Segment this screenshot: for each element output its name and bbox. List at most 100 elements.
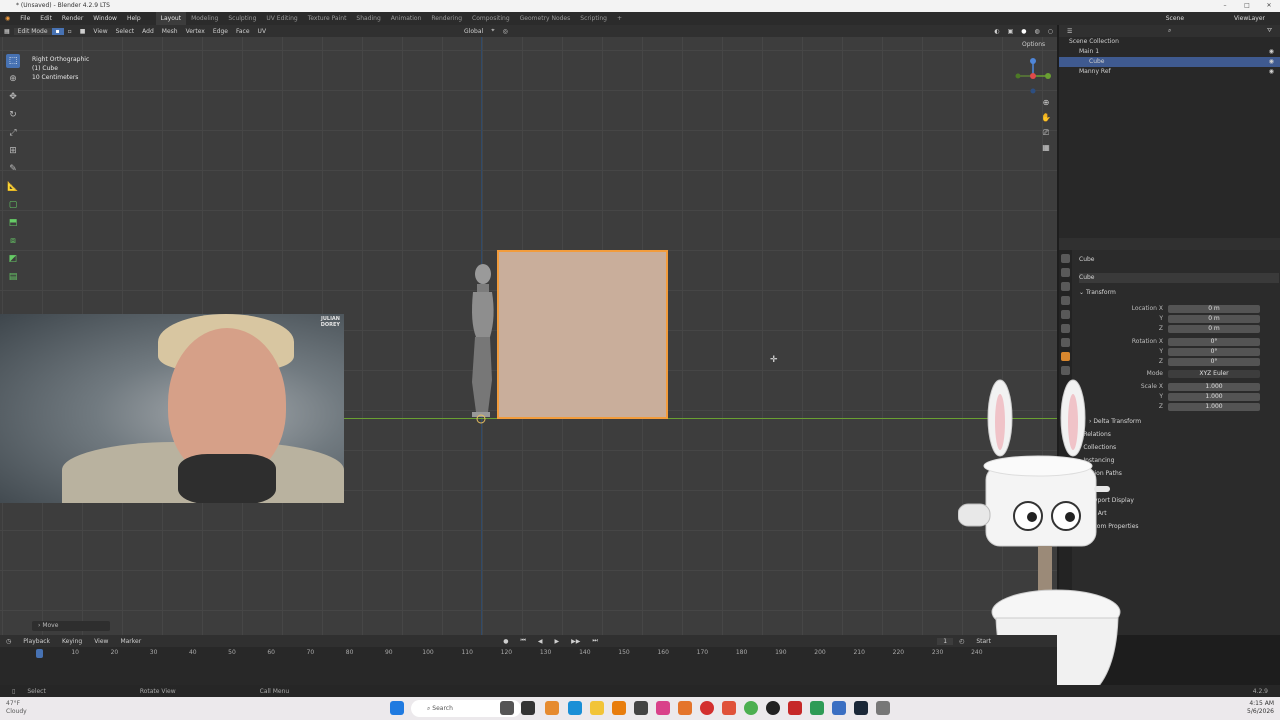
navigation-gizmo[interactable] [1013, 56, 1053, 96]
selected-cube-face[interactable] [497, 250, 668, 419]
snap-icon[interactable]: ⌖ [487, 27, 498, 35]
object-tab-icon[interactable] [1061, 352, 1070, 361]
overlays-icon[interactable]: ◐ [990, 28, 1003, 35]
ortho-toggle-icon[interactable]: ▦ [1041, 143, 1051, 153]
scale-x-field[interactable]: 1.000 [1168, 382, 1260, 391]
file-explorer-icon[interactable] [590, 701, 604, 715]
header-menu-view[interactable]: View [89, 28, 111, 35]
scene-selector[interactable]: Scene [1161, 15, 1189, 22]
tool-tab-icon[interactable] [1061, 254, 1070, 263]
camera-view-icon[interactable]: ⎚ [1041, 128, 1051, 138]
loop-cut-tool-icon[interactable]: ▤ [6, 270, 20, 284]
outliner-row-scene-collection[interactable]: Scene Collection [1059, 37, 1280, 47]
weather-widget[interactable]: 47°F Cloudy [6, 700, 27, 716]
move-tool-icon[interactable]: ✥ [6, 90, 20, 104]
outliner-row-main[interactable]: Main 1 ◉ [1059, 47, 1280, 57]
workspace-tab-sculpting[interactable]: Sculpting [223, 12, 261, 25]
view-layer-tab-icon[interactable] [1061, 296, 1070, 305]
workspace-tab-scripting[interactable]: Scripting [575, 12, 612, 25]
file-manager-icon[interactable] [521, 701, 535, 715]
view-menu[interactable]: View [88, 638, 114, 645]
app-icon-pink[interactable] [656, 701, 670, 715]
shading-material-icon[interactable]: ◍ [1031, 28, 1044, 35]
location-x-field[interactable]: 0 m [1168, 304, 1260, 313]
visibility-eye-icon[interactable]: ◉ [1269, 47, 1274, 57]
location-z-field[interactable]: 0 m [1168, 324, 1260, 333]
app-icon-green[interactable] [810, 701, 824, 715]
outliner-row-cube[interactable]: Cube ◉ [1059, 57, 1280, 67]
world-tab-icon[interactable] [1061, 324, 1070, 333]
menu-help[interactable]: Help [122, 15, 146, 22]
rotation-mode-select[interactable]: XYZ Euler [1168, 369, 1260, 378]
object-name-field[interactable]: Cube [1079, 255, 1279, 265]
next-keyframe-icon[interactable]: ▶▶ [565, 638, 586, 645]
view-layer-selector[interactable]: ViewLayer [1229, 15, 1270, 22]
app-icon-orange[interactable] [678, 701, 692, 715]
header-menu-uv[interactable]: UV [254, 28, 271, 35]
visibility-eye-icon[interactable]: ◉ [1269, 57, 1274, 67]
select-mode-edge-icon[interactable]: ▫ [64, 28, 76, 35]
current-frame-field[interactable]: 1 [937, 637, 954, 645]
play-icon[interactable]: ▶ [548, 638, 565, 645]
transform-orientation-selector[interactable]: Global [460, 28, 487, 35]
shading-rendered-icon[interactable]: ○ [1044, 28, 1057, 35]
workspace-tab-uv-editing[interactable]: UV Editing [261, 12, 302, 25]
task-view-icon[interactable] [500, 701, 514, 715]
editor-type-icon[interactable]: ▦ [0, 28, 14, 35]
minimize-button[interactable]: – [1214, 0, 1236, 12]
header-menu-edge[interactable]: Edge [209, 28, 232, 35]
pan-hand-icon[interactable]: ✋ [1041, 113, 1051, 123]
workspace-tab-texture-paint[interactable]: Texture Paint [303, 12, 352, 25]
proportional-edit-icon[interactable]: ◎ [499, 28, 512, 35]
extrude-tool-icon[interactable]: ⬒ [6, 216, 20, 230]
menu-render[interactable]: Render [57, 15, 88, 22]
inset-tool-icon[interactable]: ⧈ [6, 234, 20, 248]
menu-window[interactable]: Window [88, 15, 122, 22]
last-operation-panel[interactable]: › Move [32, 621, 110, 631]
output-tab-icon[interactable] [1061, 282, 1070, 291]
select-mode-face-icon[interactable]: ■ [76, 28, 90, 35]
rotate-tool-icon[interactable]: ↻ [6, 108, 20, 122]
timer-icon[interactable]: ◴ [953, 638, 970, 645]
transform-section-header[interactable]: ⌄ Transform [1079, 288, 1279, 298]
mannequin-reference[interactable] [466, 262, 500, 424]
workspace-tab-geometry-nodes[interactable]: Geometry Nodes [515, 12, 576, 25]
menu-edit[interactable]: Edit [35, 15, 57, 22]
steam-icon[interactable] [854, 701, 868, 715]
rotation-z-field[interactable]: 0° [1168, 357, 1260, 366]
rotation-x-field[interactable]: 0° [1168, 337, 1260, 346]
search-app-icon[interactable] [634, 701, 648, 715]
menu-file[interactable]: File [15, 15, 35, 22]
zoom-icon[interactable]: ⊕ [1041, 98, 1051, 108]
annotate-tool-icon[interactable]: ✎ [6, 162, 20, 176]
render-tab-icon[interactable] [1061, 268, 1070, 277]
workspace-tab-layout[interactable]: Layout [155, 12, 187, 25]
app-icon-gray[interactable] [876, 701, 890, 715]
vivaldi-browser-icon[interactable] [722, 701, 736, 715]
shading-solid-icon[interactable]: ● [1017, 28, 1030, 35]
jump-start-icon[interactable]: ⏮ [514, 637, 531, 645]
workspace-tab-shading[interactable]: Shading [351, 12, 385, 25]
workspace-tab-modeling[interactable]: Modeling [186, 12, 223, 25]
bevel-tool-icon[interactable]: ◩ [6, 252, 20, 266]
modifier-tab-icon[interactable] [1061, 366, 1070, 375]
scale-tool-icon[interactable]: ⤢ [6, 126, 20, 140]
app-icon-blue[interactable] [832, 701, 846, 715]
playback-menu[interactable]: Playback [17, 638, 56, 645]
start-frame-label[interactable]: Start [970, 638, 997, 645]
chrome-browser-icon[interactable] [744, 701, 758, 715]
add-workspace-button[interactable]: + [612, 12, 627, 25]
header-menu-vertex[interactable]: Vertex [182, 28, 209, 35]
blender-logo-icon[interactable]: ◉ [0, 15, 15, 22]
jump-end-icon[interactable]: ⏭ [586, 637, 603, 645]
cursor-tool-icon[interactable]: ⊕ [6, 72, 20, 86]
rotation-y-field[interactable]: 0° [1168, 347, 1260, 356]
select-box-tool-icon[interactable]: ⬚ [6, 54, 20, 68]
close-button[interactable]: ✕ [1258, 0, 1280, 12]
outliner-editor-icon[interactable]: ☰ [1067, 28, 1072, 35]
header-menu-mesh[interactable]: Mesh [158, 28, 182, 35]
timeline-ruler[interactable]: 1102030405060708090100110120130140150160… [0, 649, 1057, 659]
timeline-editor-icon[interactable]: ◷ [0, 638, 17, 645]
collection-tab-icon[interactable] [1061, 338, 1070, 347]
app-icon[interactable] [545, 701, 559, 715]
